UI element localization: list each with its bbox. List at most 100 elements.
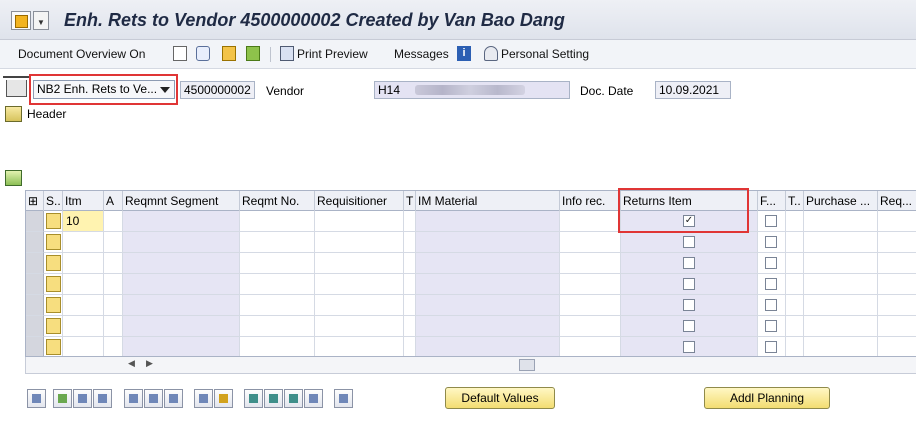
hierarchy-icon[interactable] xyxy=(246,46,260,61)
grid-cell[interactable] xyxy=(804,274,878,295)
returns-item-checkbox[interactable] xyxy=(683,341,695,353)
grid-cell[interactable] xyxy=(315,337,404,356)
grid-cell[interactable] xyxy=(104,274,123,295)
grid-cell[interactable] xyxy=(786,295,804,316)
grid-cell[interactable] xyxy=(123,232,240,253)
grid-cell[interactable] xyxy=(786,211,804,232)
column-header-f[interactable]: F... xyxy=(758,191,786,211)
grid-cell[interactable] xyxy=(123,316,240,337)
scroll-thumb[interactable] xyxy=(519,359,535,371)
row-selector[interactable] xyxy=(26,274,44,295)
row-selector[interactable] xyxy=(26,253,44,274)
column-header-requisitioner[interactable]: Requisitioner xyxy=(315,191,404,211)
grid-cell[interactable] xyxy=(878,316,916,337)
grid-cell[interactable] xyxy=(786,274,804,295)
select-block-icon[interactable] xyxy=(73,389,92,408)
column-header-im-material[interactable]: IM Material xyxy=(416,191,560,211)
filter-icon[interactable] xyxy=(284,389,303,408)
select-all-icon[interactable] xyxy=(53,389,72,408)
transaction-icon[interactable] xyxy=(11,11,31,30)
returns-item-checkbox[interactable] xyxy=(683,320,695,332)
grid-cell[interactable] xyxy=(560,253,621,274)
grid-cell[interactable] xyxy=(621,337,758,356)
grid-cell[interactable] xyxy=(758,337,786,356)
messages-button[interactable]: Messages xyxy=(394,47,449,61)
grid-cell[interactable] xyxy=(404,211,416,232)
grid-cell[interactable] xyxy=(404,253,416,274)
grid-cell[interactable] xyxy=(621,274,758,295)
grid-cell[interactable] xyxy=(804,211,878,232)
addl-planning-button[interactable]: Addl Planning xyxy=(704,387,830,409)
grid-cell[interactable] xyxy=(758,211,786,232)
grid-cell[interactable] xyxy=(758,295,786,316)
column-header-reqmt-no[interactable]: Reqmt No. xyxy=(240,191,315,211)
returns-item-checkbox[interactable] xyxy=(683,278,695,290)
grid-cell[interactable] xyxy=(240,295,315,316)
expand-header-icon[interactable] xyxy=(5,106,22,122)
grid-cell[interactable] xyxy=(560,295,621,316)
grid-cell[interactable] xyxy=(104,211,123,232)
doc-date-field[interactable]: 10.09.2021 xyxy=(655,81,731,99)
row-selector[interactable] xyxy=(26,211,44,232)
shopping-cart-icon[interactable] xyxy=(3,76,29,97)
item-status-icon[interactable] xyxy=(46,255,61,271)
f-checkbox[interactable] xyxy=(765,278,777,290)
scroll-right-icon[interactable]: ▶ xyxy=(146,358,153,369)
grid-cell[interactable] xyxy=(315,211,404,232)
grid-config-icon[interactable]: ⊞ xyxy=(26,191,44,211)
copy-rows-icon[interactable] xyxy=(194,389,213,408)
collapse-items-icon[interactable] xyxy=(5,170,22,186)
grid-cell[interactable] xyxy=(804,295,878,316)
details-icon[interactable] xyxy=(27,389,46,408)
grid-cell[interactable] xyxy=(44,337,63,356)
grid-cell[interactable] xyxy=(104,232,123,253)
grid-cell[interactable] xyxy=(560,337,621,356)
grid-cell[interactable] xyxy=(240,316,315,337)
grid-cell[interactable] xyxy=(416,274,560,295)
column-header-purchase[interactable]: Purchase ... xyxy=(804,191,878,211)
grid-cell[interactable] xyxy=(804,253,878,274)
grid-cell[interactable] xyxy=(123,295,240,316)
column-header-t[interactable]: T xyxy=(404,191,416,211)
grid-cell[interactable] xyxy=(786,337,804,356)
grid-cell[interactable] xyxy=(315,274,404,295)
grid-cell[interactable] xyxy=(404,316,416,337)
grid-cell[interactable] xyxy=(315,253,404,274)
grid-cell[interactable] xyxy=(240,232,315,253)
grid-cell[interactable] xyxy=(786,253,804,274)
grid-cell[interactable] xyxy=(123,253,240,274)
deselect-all-icon[interactable] xyxy=(93,389,112,408)
column-header-a[interactable]: A xyxy=(104,191,123,211)
grid-cell[interactable] xyxy=(315,232,404,253)
grid-cell[interactable] xyxy=(44,211,63,232)
grid-cell[interactable] xyxy=(123,211,240,232)
column-header-itm[interactable]: Itm xyxy=(63,191,104,211)
grid-cell[interactable] xyxy=(104,316,123,337)
header-section-label[interactable]: Header xyxy=(27,107,66,121)
horizontal-scrollbar[interactable]: ◀ ▶ xyxy=(25,357,916,374)
grid-cell[interactable] xyxy=(560,211,621,232)
lock-icon[interactable] xyxy=(144,389,163,408)
f-checkbox[interactable] xyxy=(765,341,777,353)
vendor-field[interactable]: H14 xyxy=(374,81,570,99)
sort-icon[interactable] xyxy=(244,389,263,408)
grid-cell[interactable] xyxy=(63,253,104,274)
print-preview-button[interactable]: Print Preview xyxy=(297,47,368,61)
grid-cell[interactable] xyxy=(63,337,104,356)
grid-cell[interactable] xyxy=(621,253,758,274)
f-checkbox[interactable] xyxy=(765,236,777,248)
column-header-req[interactable]: Req... xyxy=(878,191,916,211)
scroll-left-icon[interactable]: ◀ xyxy=(128,358,135,369)
grid-cell[interactable] xyxy=(878,211,916,232)
grid-cell[interactable] xyxy=(123,337,240,356)
grid-cell[interactable] xyxy=(804,337,878,356)
row-selector[interactable] xyxy=(26,316,44,337)
grid-cell[interactable] xyxy=(878,295,916,316)
document-overview-button[interactable]: Document Overview On xyxy=(18,47,145,61)
row-selector[interactable] xyxy=(26,232,44,253)
insert-rows-icon[interactable] xyxy=(214,389,233,408)
grid-cell[interactable] xyxy=(44,232,63,253)
grid-cell[interactable] xyxy=(621,316,758,337)
grid-cell[interactable] xyxy=(104,337,123,356)
grid-cell[interactable] xyxy=(416,253,560,274)
